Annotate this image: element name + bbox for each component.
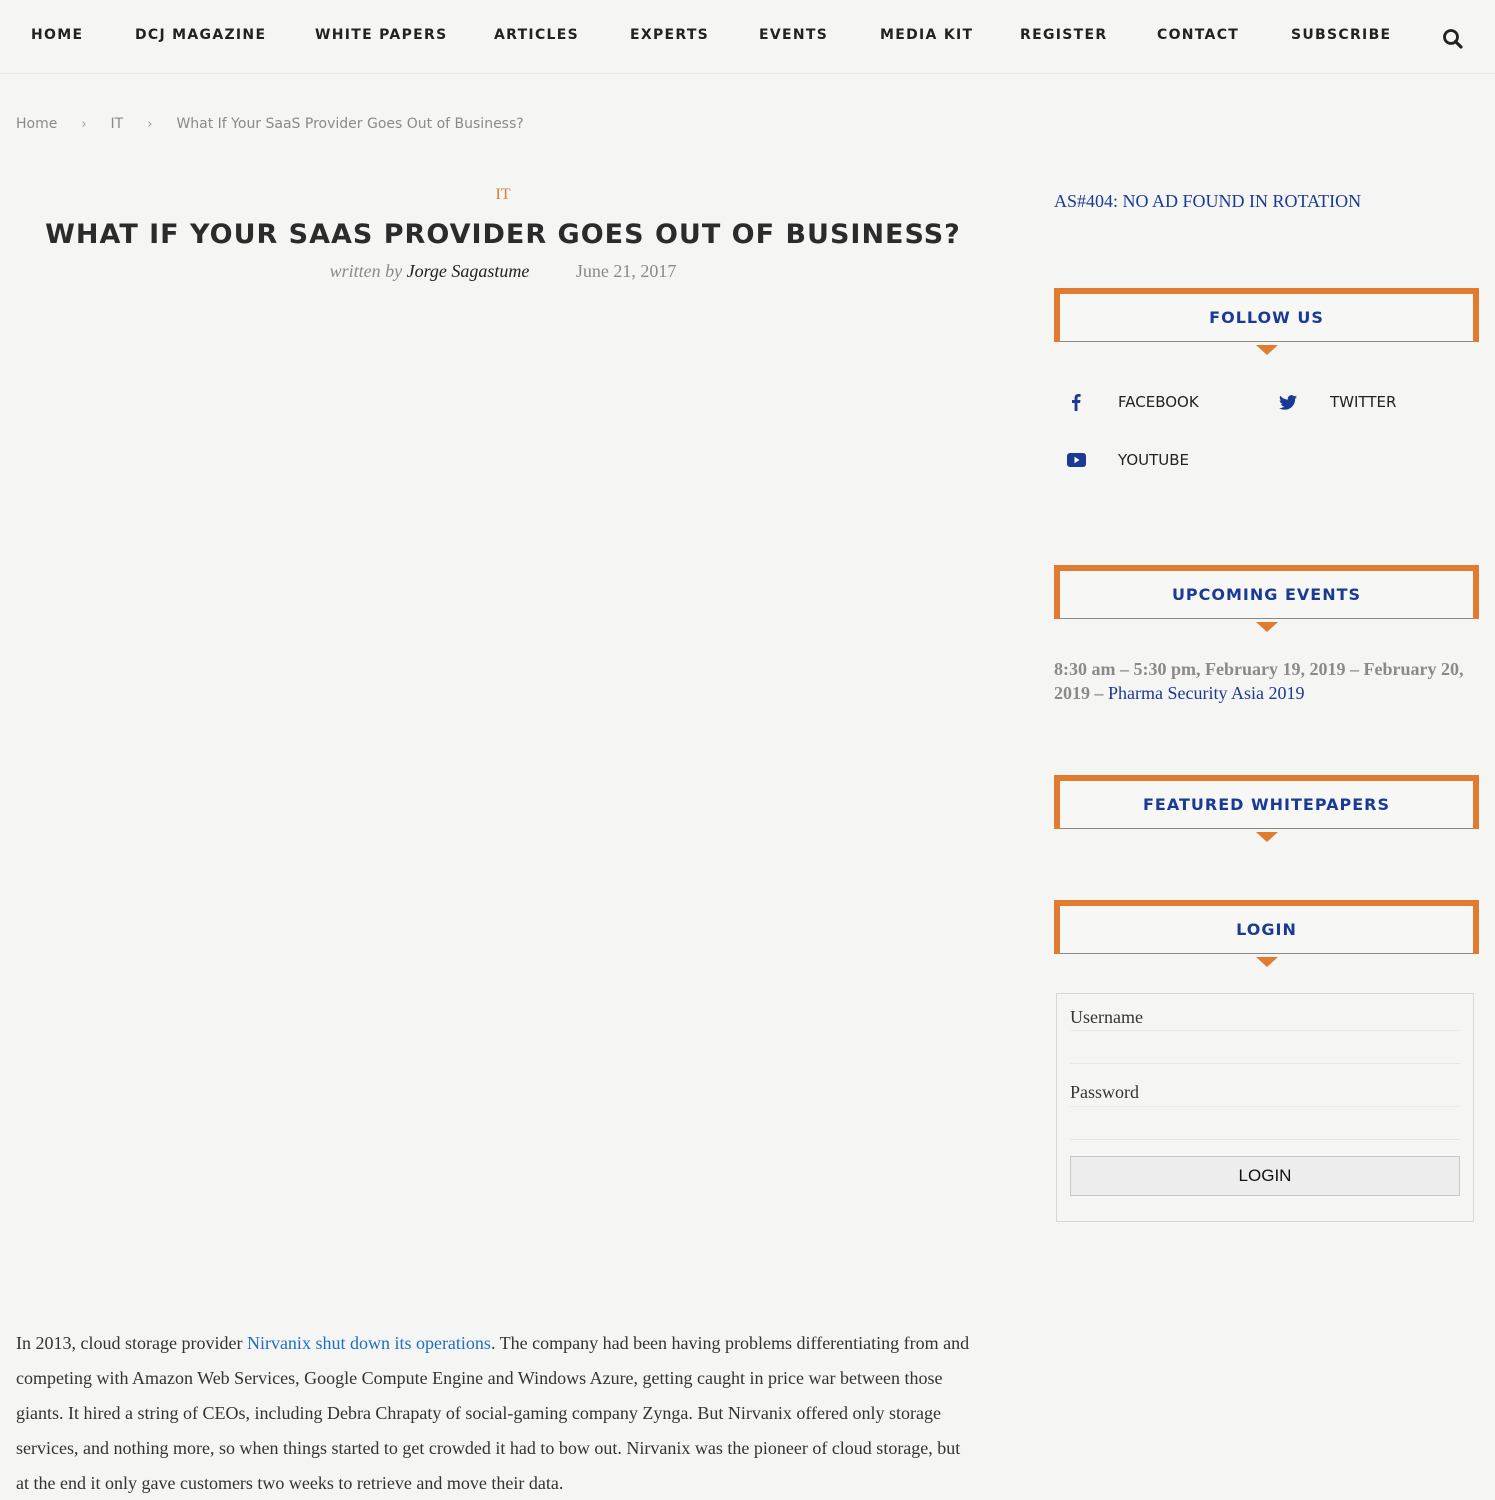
widget-title: UPCOMING EVENTS (1171, 585, 1362, 604)
ad-placeholder[interactable]: AS#404: NO AD FOUND IN ROTATION (1054, 191, 1361, 212)
breadcrumb: Home › IT › What If Your SaaS Provider G… (16, 116, 524, 132)
widget-header-inner: FOLLOW US (1060, 294, 1473, 342)
breadcrumb-it[interactable]: IT (111, 116, 124, 132)
social-label: TWITTER (1330, 393, 1397, 411)
nav-item-home[interactable]: HOME (31, 27, 83, 43)
widget-title: FEATURED WHITEPAPERS (1143, 795, 1390, 814)
event-link[interactable]: Pharma Security Asia 2019 (1108, 683, 1304, 703)
nav-item-dcj-magazine[interactable]: DCJ MAGAZINE (135, 27, 266, 43)
facebook-icon (1054, 382, 1098, 422)
chevron-right-icon: › (147, 116, 153, 132)
password-input[interactable] (1070, 1106, 1460, 1140)
nav-item-experts[interactable]: EXPERTS (630, 27, 709, 43)
article-paragraph: In 2013, cloud storage provider Nirvanix… (16, 1326, 976, 1500)
written-by-label: written by (329, 261, 403, 281)
breadcrumb-home[interactable]: Home (16, 116, 57, 132)
social-link-youtube[interactable]: YOUTUBE (1054, 440, 1189, 480)
widget-header-inner: LOGIN (1060, 906, 1473, 954)
login-form: Username Password LOGIN (1056, 993, 1474, 1222)
caret-down-icon (1255, 622, 1278, 632)
social-link-twitter[interactable]: TWITTER (1266, 382, 1396, 422)
caret-down-icon (1255, 832, 1278, 842)
nav-item-white-papers[interactable]: WHITE PAPERS (315, 27, 447, 43)
author-link[interactable]: Jorge Sagastume (407, 261, 530, 281)
article-meta: written by Jorge Sagastume June 21, 2017 (0, 261, 1006, 282)
youtube-icon (1054, 440, 1098, 480)
widget-title: LOGIN (1236, 920, 1297, 939)
follow-us-widget-header: FOLLOW US (1054, 288, 1479, 355)
featured-whitepapers-widget-header: FEATURED WHITEPAPERS (1054, 775, 1479, 842)
article-date: June 21, 2017 (575, 261, 677, 281)
username-input[interactable] (1070, 1030, 1460, 1064)
nav-item-events[interactable]: EVENTS (759, 27, 828, 43)
twitter-icon (1266, 382, 1310, 422)
username-label: Username (1070, 1007, 1143, 1027)
caret-down-icon (1255, 957, 1278, 967)
social-label: FACEBOOK (1118, 393, 1199, 411)
paragraph-rest: . The company had been having problems d… (16, 1333, 970, 1493)
password-label: Password (1070, 1082, 1140, 1102)
login-widget-header: LOGIN (1054, 900, 1479, 967)
nav-item-register[interactable]: REGISTER (1020, 27, 1107, 43)
nav-item-subscribe[interactable]: SUBSCRIBE (1291, 27, 1391, 43)
widget-header-inner: FEATURED WHITEPAPERS (1060, 781, 1473, 829)
social-label: YOUTUBE (1118, 451, 1190, 469)
top-navigation: HOME DCJ MAGAZINE WHITE PAPERS ARTICLES … (0, 0, 1495, 74)
event-item: 8:30 am – 5:30 pm, February 19, 2019 – F… (1054, 657, 1474, 705)
nav-item-articles[interactable]: ARTICLES (494, 27, 579, 43)
widget-title: FOLLOW US (1209, 308, 1324, 327)
nav-item-contact[interactable]: CONTACT (1157, 27, 1239, 43)
login-button[interactable]: LOGIN (1070, 1156, 1460, 1196)
caret-down-icon (1255, 345, 1278, 355)
social-link-facebook[interactable]: FACEBOOK (1054, 382, 1199, 422)
nirvanix-link[interactable]: Nirvanix shut down its operations (247, 1333, 491, 1353)
search-icon[interactable] (1442, 28, 1464, 50)
article-title: WHAT IF YOUR SAAS PROVIDER GOES OUT OF B… (45, 219, 961, 250)
paragraph-intro: In 2013, cloud storage provider (16, 1333, 247, 1353)
upcoming-events-widget-header: UPCOMING EVENTS (1054, 565, 1479, 632)
chevron-right-icon: › (81, 116, 87, 132)
breadcrumb-current: What If Your SaaS Provider Goes Out of B… (176, 116, 524, 132)
widget-header-inner: UPCOMING EVENTS (1060, 571, 1473, 619)
nav-item-media-kit[interactable]: MEDIA KIT (880, 27, 973, 43)
article-category[interactable]: IT (0, 186, 1006, 204)
